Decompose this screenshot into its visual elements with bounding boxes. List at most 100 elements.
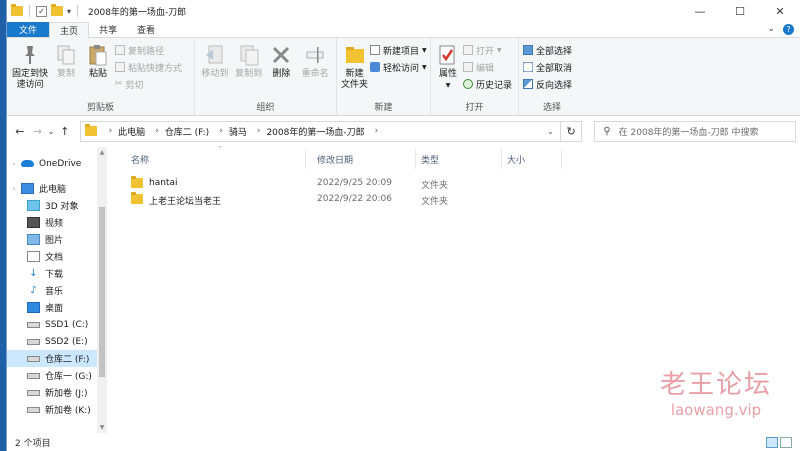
details-view-icon[interactable]	[766, 437, 778, 448]
organize-group: 移动到 复制到 删除 重命名 组织	[195, 38, 337, 115]
address-bar[interactable]: › 此电脑 › 仓库二 (F:) › 骑马 › 2008年的第一场血-刀郎 › …	[79, 120, 561, 142]
refresh-icon: ↻	[566, 124, 576, 138]
folder-icon	[131, 176, 143, 188]
navigation-pane: › OneDrive › 此电脑 3D 对象 视频 图片 文档 ↓ 下载 ♪ 音乐 桌面 SSD1 (C:…	[7, 147, 107, 433]
sidebar-item[interactable]: › 此电脑	[7, 180, 107, 197]
breadcrumb-current-folder[interactable]: 2008年的第一场血-刀郎	[266, 125, 364, 138]
help-icon[interactable]: ?	[783, 24, 794, 35]
chevron-down-icon[interactable]: ⌄	[767, 24, 775, 35]
picture-icon	[27, 234, 40, 245]
scroll-up-icon[interactable]: ▲	[97, 149, 107, 156]
sidebar-item[interactable]: 仓库一 (G:)	[7, 367, 107, 384]
edit-button[interactable]: 编辑	[463, 60, 512, 74]
open-button[interactable]: 打开 ▼	[463, 43, 512, 57]
rename-button[interactable]: 重命名	[298, 41, 332, 101]
move-to-button[interactable]: 移动到	[199, 41, 231, 101]
nav-scrollbar-thumb[interactable]	[99, 207, 105, 377]
close-button[interactable]: ✕	[760, 0, 800, 22]
refresh-button[interactable]: ↻	[560, 120, 583, 142]
large-icons-view-icon[interactable]	[780, 437, 792, 448]
new-item-icon	[370, 45, 381, 55]
breadcrumb-separator[interactable]: ›	[219, 126, 223, 136]
sidebar-item[interactable]: SSD2 (E:)	[7, 333, 107, 350]
expand-chevron-icon[interactable]: ›	[7, 185, 21, 193]
table-row[interactable]: hantai 2022/9/25 20:09 文件夹	[125, 175, 800, 191]
breadcrumb-separator[interactable]: ›	[257, 126, 261, 136]
sidebar-item[interactable]: 新加卷 (J:)	[7, 384, 107, 401]
tab-share[interactable]: 共享	[89, 22, 127, 37]
folder-icon	[131, 192, 143, 204]
breadcrumb-separator: ›	[108, 126, 113, 136]
column-header-name[interactable]: 名称	[131, 153, 149, 166]
properties-label: 属性	[438, 69, 457, 79]
sidebar-item[interactable]: › OneDrive	[7, 155, 107, 172]
tab-home[interactable]: 主页	[49, 22, 90, 38]
copy-path-button[interactable]: 复制路径	[115, 43, 182, 57]
organize-group-label: 组织	[256, 103, 275, 113]
folder-icon	[11, 4, 23, 16]
sidebar-item[interactable]: 3D 对象	[7, 197, 107, 214]
sidebar-item[interactable]: 文档	[7, 248, 107, 265]
nav-scrollbar[interactable]: ▲ ▼	[97, 147, 107, 433]
sidebar-item[interactable]: 仓库二 (F:)	[7, 350, 107, 367]
column-divider[interactable]	[415, 149, 416, 169]
expand-chevron-icon[interactable]: ›	[7, 160, 21, 168]
column-header-size[interactable]: 大小	[507, 153, 525, 166]
qat-dropdown-icon[interactable]: ▾	[67, 7, 71, 16]
up-arrow-icon[interactable]: ↑	[56, 125, 74, 138]
search-input[interactable]: ⚲ 在 2008年的第一场血-刀郎 中搜索	[594, 120, 796, 142]
column-divider[interactable]	[561, 149, 562, 169]
file-name: 上老王论坛当老王	[149, 197, 222, 207]
cube-icon	[27, 200, 40, 211]
forward-arrow-icon[interactable]: →	[29, 125, 47, 138]
content-area: › OneDrive › 此电脑 3D 对象 视频 图片 文档 ↓ 下载 ♪ 音乐 桌面 SSD1 (C:…	[7, 145, 800, 433]
cut-button[interactable]: ✂ 剪切	[115, 77, 182, 91]
new-folder-icon[interactable]	[51, 4, 63, 16]
invert-selection-button[interactable]: 反向选择	[523, 77, 572, 91]
paste-shortcut-button[interactable]: 粘贴快捷方式	[115, 60, 182, 74]
delete-button[interactable]: 删除	[267, 41, 297, 101]
maximize-button[interactable]: ☐	[720, 0, 760, 22]
pin-quick-access-button[interactable]: 固定到快 速访问	[11, 41, 49, 101]
watermark-en: laowang.vip	[670, 401, 762, 419]
column-divider[interactable]	[501, 149, 502, 169]
breadcrumb-separator[interactable]: ›	[375, 126, 379, 136]
tab-view[interactable]: 查看	[127, 22, 165, 37]
sidebar-item[interactable]: ↓ 下载	[7, 265, 107, 282]
copy-button[interactable]: 复制	[51, 41, 81, 101]
sidebar-item[interactable]: 新加卷 (K:)	[7, 401, 107, 418]
easy-access-label: 轻松访问	[383, 63, 420, 74]
properties-check-icon[interactable]: ✓	[36, 5, 47, 17]
paste-button[interactable]: 粘贴	[83, 41, 113, 101]
table-row[interactable]: 上老王论坛当老王 2022/9/22 20:06 文件夹	[125, 191, 800, 207]
address-dropdown-icon[interactable]: ⌄	[547, 127, 554, 136]
column-header-type[interactable]: 类型	[421, 153, 439, 166]
sidebar-item[interactable]: 视频	[7, 214, 107, 231]
minimize-button[interactable]: —	[680, 0, 720, 22]
history-button[interactable]: 历史记录	[463, 77, 512, 91]
tab-file[interactable]: 文件	[7, 22, 50, 37]
copy-to-button[interactable]: 复制到	[233, 41, 265, 101]
column-header-modified[interactable]: 修改日期	[317, 153, 353, 166]
select-all-button[interactable]: 全部选择	[523, 43, 572, 57]
back-arrow-icon[interactable]: ←	[11, 125, 29, 138]
sidebar-item[interactable]: ♪ 音乐	[7, 282, 107, 299]
select-none-button[interactable]: 全部取消	[523, 60, 572, 74]
recent-dropdown-icon[interactable]: ⌄	[46, 127, 56, 136]
file-modified: 2022/9/22 20:06	[317, 194, 392, 204]
qat-divider	[77, 5, 79, 17]
new-folder-button[interactable]: 新建 文件夹	[341, 41, 368, 101]
scroll-down-icon[interactable]: ▼	[97, 424, 107, 431]
sidebar-item[interactable]: 桌面	[7, 299, 107, 316]
new-item-button[interactable]: 新建项目 ▼	[370, 43, 427, 57]
breadcrumb-drive-f[interactable]: 仓库二 (F:)	[165, 125, 209, 138]
easy-access-button[interactable]: 轻松访问 ▼	[370, 60, 427, 74]
delete-x-icon	[273, 46, 290, 64]
properties-button[interactable]: 属性 ▼	[435, 41, 461, 101]
breadcrumb-qima[interactable]: 骑马	[229, 125, 247, 138]
column-divider[interactable]	[305, 149, 306, 169]
sidebar-item[interactable]: 图片	[7, 231, 107, 248]
breadcrumb-this-pc[interactable]: 此电脑	[118, 125, 145, 138]
breadcrumb-separator[interactable]: ›	[155, 126, 159, 136]
sidebar-item[interactable]: SSD1 (C:)	[7, 316, 107, 333]
